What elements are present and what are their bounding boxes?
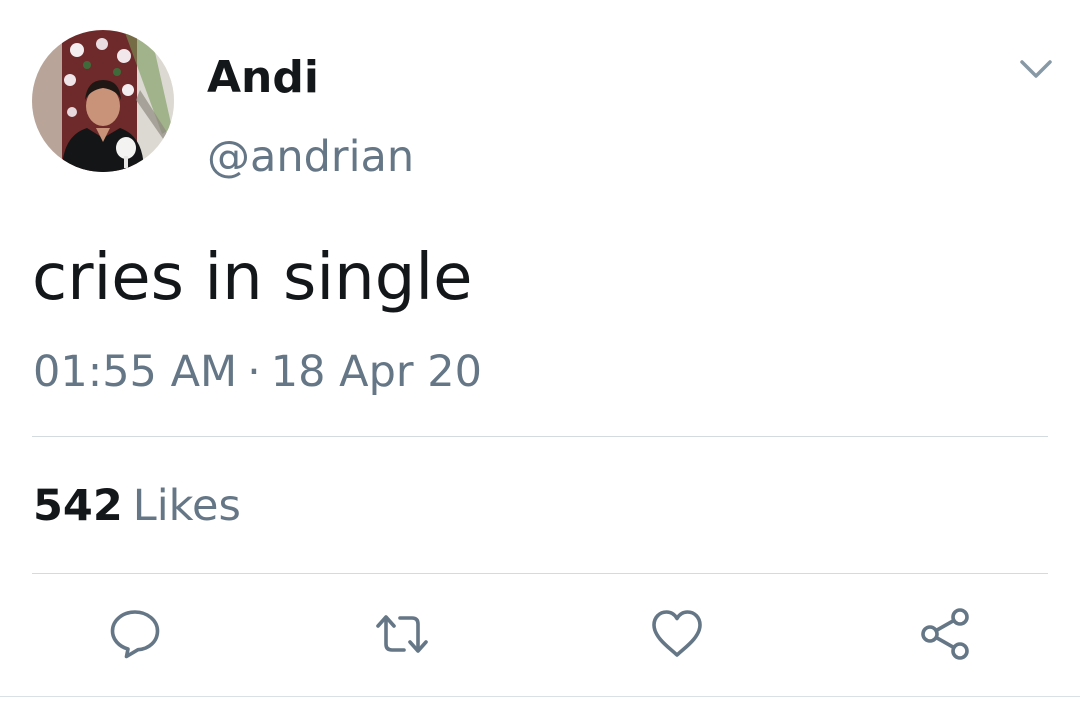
tweet-timestamp[interactable]: 01:55 AM · 18 Apr 20 (33, 344, 482, 400)
speech-bubble-icon (110, 610, 160, 659)
likes-stat[interactable]: 542 Likes (33, 478, 241, 534)
reply-button[interactable] (107, 606, 163, 662)
likes-count: 542 (33, 481, 123, 531)
avatar[interactable] (32, 30, 174, 172)
author-handle[interactable]: @andrian (207, 131, 414, 183)
tweet-text: cries in single (32, 241, 473, 315)
tweet-date: 18 Apr 20 (270, 347, 482, 397)
divider (32, 573, 1048, 574)
timestamp-separator: · (247, 347, 261, 397)
chevron-down-icon[interactable] (1016, 52, 1056, 84)
likes-label: Likes (132, 481, 241, 531)
author-display-name[interactable]: Andi (207, 52, 319, 104)
retweet-button[interactable] (374, 606, 430, 662)
tweet-detail: Andi @andrian cries in single 01:55 AM · 1… (0, 0, 1080, 713)
retweet-icon (376, 615, 428, 653)
heart-icon (652, 610, 702, 657)
divider (0, 696, 1080, 697)
share-button[interactable] (917, 606, 973, 662)
avatar-photo (32, 30, 174, 172)
tweet-time: 01:55 AM (33, 347, 238, 397)
share-icon (921, 608, 969, 660)
like-button[interactable] (649, 606, 705, 662)
divider (32, 436, 1048, 437)
